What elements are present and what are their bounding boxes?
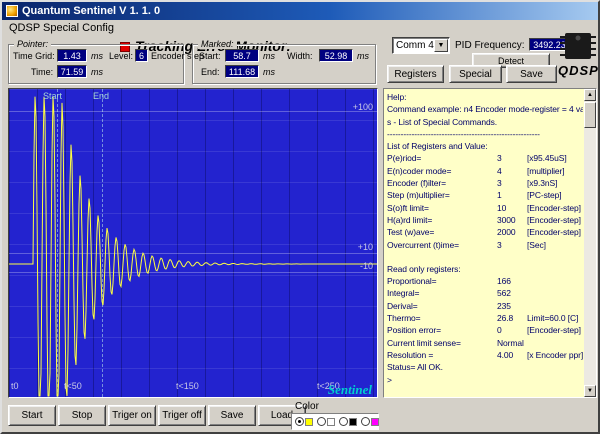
marked-group-label: Marked:	[198, 39, 237, 49]
status-line: Status= All OK.	[387, 361, 583, 373]
help-panel: Help: Command example: n4 Encoder mode-r…	[383, 88, 597, 398]
help-title: Help:	[387, 91, 583, 103]
radio-black[interactable]	[339, 417, 348, 426]
time-grid-unit: ms	[91, 51, 103, 61]
help-example-line: Command example: n4 Encoder mode-registe…	[387, 103, 583, 115]
radio-white[interactable]	[317, 417, 326, 426]
special-button[interactable]: Special	[449, 65, 502, 83]
readonly-row: Current limit sense=Normal	[387, 337, 583, 349]
marked-width-label: Width:	[287, 51, 313, 61]
color-option-black[interactable]	[339, 417, 357, 426]
help-special-line: s - List of Special Commands.	[387, 116, 583, 128]
x-label-t0: t0	[11, 381, 19, 391]
color-group	[291, 413, 379, 430]
registers-header: List of Registers and Value:	[387, 140, 583, 152]
readonly-row: Integral=562	[387, 287, 583, 299]
start-marker-label: Start	[43, 91, 62, 101]
marked-end-unit: ms	[263, 67, 275, 77]
readonly-row: Resolution =4.00[x Encoder ppr]	[387, 349, 583, 361]
level-value: 6	[135, 49, 148, 62]
chip-icon	[558, 30, 598, 67]
time-grid-value: 1.43	[57, 49, 87, 62]
register-row: Test (w)ave=2000[Encoder-step]	[387, 226, 583, 238]
y-label-100: +100	[353, 102, 373, 112]
sentinel-watermark: Sentinel	[328, 382, 372, 398]
readonly-row: Proportional=166	[387, 275, 583, 287]
x-label-t150: t<150	[176, 381, 199, 391]
time-value: 71.59	[57, 65, 87, 78]
marked-start-value: 58.7	[225, 49, 259, 62]
window-title: Quantum Sentinel V 1. 1. 0	[22, 5, 160, 17]
swatch-white	[327, 418, 335, 426]
register-row: Step (m)ultiplier=1[PC-step]	[387, 189, 583, 201]
register-row: S(o)ft limit=10[Encoder-step]	[387, 202, 583, 214]
title-bar[interactable]: Quantum Sentinel V 1. 1. 0	[2, 2, 598, 20]
registers-button[interactable]: Registers	[387, 65, 444, 83]
color-option-yellow[interactable]	[295, 417, 313, 426]
color-option-magenta[interactable]	[361, 417, 379, 426]
register-row: P(e)riod=3[x95.45uS]	[387, 152, 583, 164]
trigger-on-button[interactable]: Triger on	[108, 405, 156, 426]
swatch-magenta	[371, 418, 379, 426]
app-icon	[6, 5, 18, 17]
end-marker-label: End	[93, 91, 109, 101]
chevron-down-icon[interactable]: ▼	[434, 39, 448, 52]
y-label-plus10: +10	[358, 242, 373, 252]
register-row: H(a)rd limit=3000[Encoder-step]	[387, 214, 583, 226]
blank-line	[387, 251, 583, 263]
comm-port-value: Comm 4	[396, 40, 434, 51]
marked-width-unit: ms	[357, 51, 369, 61]
register-row: Encoder (f)ilter=3[x9.3nS]	[387, 177, 583, 189]
color-option-white[interactable]	[317, 417, 335, 426]
swatch-black	[349, 418, 357, 426]
level-label: Level:	[109, 51, 133, 61]
time-unit: ms	[91, 67, 103, 77]
marked-width-value: 52.98	[319, 49, 353, 62]
readonly-row: Thermo=26.8Limit=60.0 [C]	[387, 312, 583, 324]
menu-bar: QDSP Special Config	[2, 20, 598, 36]
readonly-row: Position error=0[Encoder-step]	[387, 324, 583, 336]
marked-end-label: End:	[201, 67, 220, 77]
scrollbar-thumb[interactable]	[584, 102, 596, 128]
stop-button[interactable]: Stop	[58, 405, 106, 426]
help-divider: ----------------------------------------…	[387, 128, 583, 140]
marked-group: Marked: Start: 58.7 ms Width: 52.98 ms E…	[192, 44, 376, 84]
start-button[interactable]: Start	[8, 405, 56, 426]
pointer-group-label: Pointer:	[14, 39, 51, 49]
time-grid-label: Time Grid:	[13, 51, 55, 61]
y-label-minus10: -10	[360, 261, 373, 271]
trigger-off-button[interactable]: Triger off	[158, 405, 206, 426]
x-label-t50: t<50	[64, 381, 82, 391]
help-text: Help: Command example: n4 Encoder mode-r…	[387, 91, 583, 395]
scroll-up-icon[interactable]: ▲	[584, 89, 596, 101]
plot-area[interactable]: Start End +100 +10 -10 t0 t<50 t<150 t<2…	[8, 88, 378, 398]
pointer-group: Pointer: Time Grid: 1.43 ms Level: 6 Enc…	[8, 44, 184, 84]
radio-yellow[interactable]	[295, 417, 304, 426]
register-row: Overcurrent (t)ime=3[Sec]	[387, 239, 583, 251]
color-group-label: Color	[295, 401, 319, 412]
readonly-header: Read only registers:	[387, 263, 583, 275]
marked-start-unit: ms	[263, 51, 275, 61]
register-row: E(n)coder mode=4[multiplier]	[387, 165, 583, 177]
main-content: Tracking Error Monitor: Comm 4 ▼ PID Fre…	[2, 36, 598, 432]
marked-end-value: 111.68	[225, 65, 259, 78]
qdsp-logo: QDSP	[558, 63, 599, 78]
time-label: Time:	[31, 67, 53, 77]
command-prompt[interactable]: >	[387, 374, 583, 386]
menu-qdsp-special-config[interactable]: QDSP Special Config	[2, 21, 121, 35]
help-scrollbar[interactable]: ▲ ▼	[584, 89, 596, 397]
save-config-button[interactable]: Save	[506, 65, 557, 83]
marked-start-label: Start:	[199, 51, 221, 61]
app-window: Quantum Sentinel V 1. 1. 0 QDSP Special …	[0, 0, 600, 434]
radio-magenta[interactable]	[361, 417, 370, 426]
save-button[interactable]: Save	[208, 405, 256, 426]
pid-frequency-label: PID Frequency:	[455, 40, 524, 51]
waveform-trace	[9, 89, 378, 398]
scroll-down-icon[interactable]: ▼	[584, 385, 596, 397]
readonly-row: Derival=235	[387, 300, 583, 312]
swatch-yellow	[305, 418, 313, 426]
comm-port-select[interactable]: Comm 4 ▼	[392, 37, 450, 54]
